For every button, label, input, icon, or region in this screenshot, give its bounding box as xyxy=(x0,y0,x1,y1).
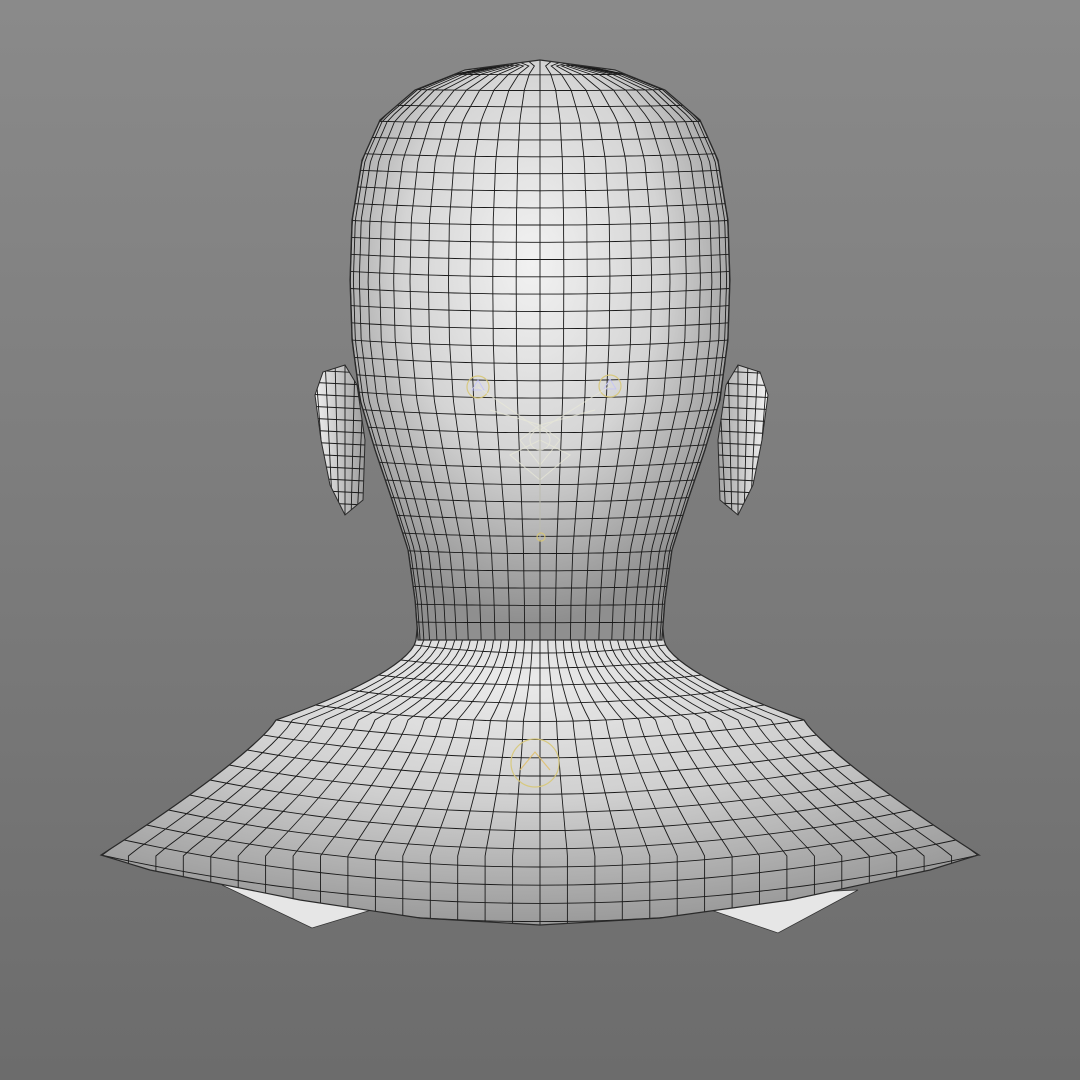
3d-viewport[interactable] xyxy=(0,0,1080,1080)
head-mesh xyxy=(349,59,731,641)
neck-shoulder-mesh xyxy=(99,599,982,926)
head-mesh-render[interactable] xyxy=(0,0,1080,1080)
